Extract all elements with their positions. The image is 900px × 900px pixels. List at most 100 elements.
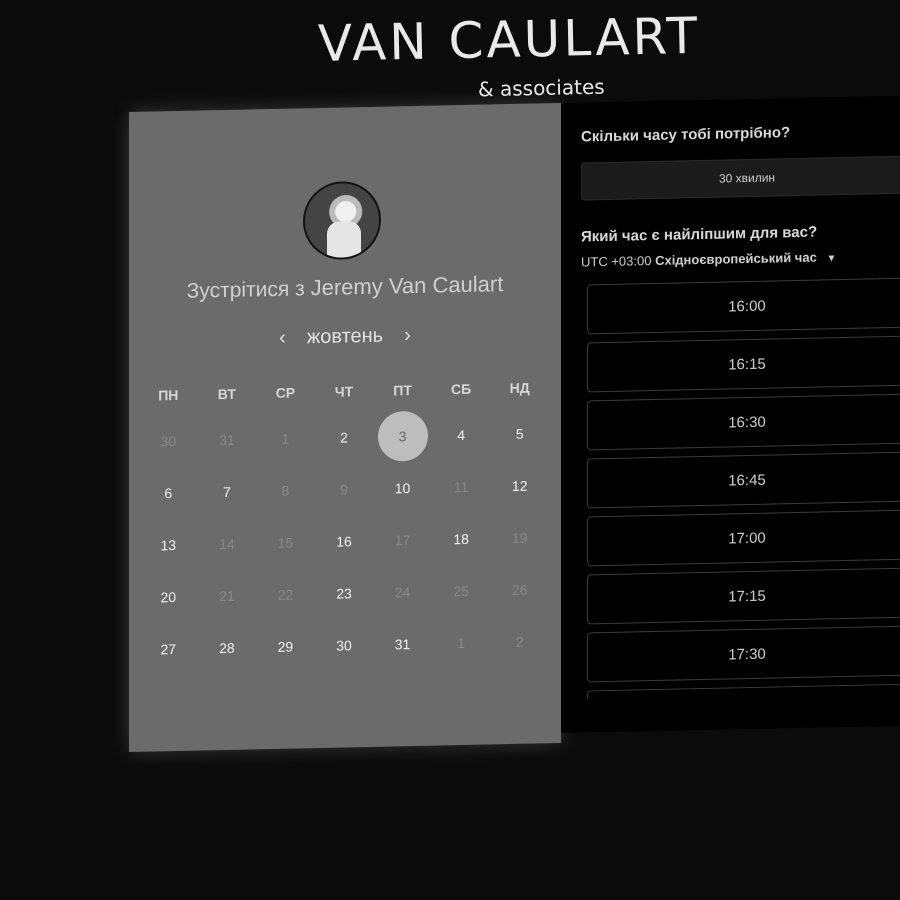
- calendar-day-number: 17: [394, 532, 411, 549]
- calendar-day-number: 11: [453, 478, 469, 496]
- calendar-day-number: 23: [336, 585, 352, 602]
- weekday-label: ВТ: [217, 385, 236, 403]
- calendar-day-number: 16: [336, 533, 352, 550]
- calendar-day-number: 1: [281, 430, 290, 447]
- calendar-day[interactable]: 18: [432, 512, 491, 565]
- duration-question: Скільки часу тобі потрібно?: [581, 124, 791, 146]
- calendar-day-number: 22: [277, 586, 294, 603]
- calendar-day-number: 9: [340, 481, 348, 498]
- calendar-day-number: 25: [453, 582, 469, 600]
- calendar-day: 8: [256, 464, 315, 517]
- calendar-day[interactable]: 28: [198, 621, 257, 674]
- calendar-day-number: 29: [277, 638, 294, 655]
- time-slot-button[interactable]: 17:30: [587, 625, 900, 683]
- calendar-day: 2: [490, 615, 549, 668]
- month-navigation: ‹ жовтень ›: [129, 321, 561, 353]
- calendar-day[interactable]: 12: [490, 459, 549, 512]
- calendar-day: 14: [198, 517, 257, 570]
- time-slot-list: 16:00 16:15 16:30 16:45 17:00 17:15 17:30: [587, 277, 900, 708]
- weekday-header: ПН ВТ СР ЧТ ПТ СБ НД: [139, 379, 549, 404]
- calendar-day: 11: [432, 460, 491, 513]
- calendar-day: 21: [198, 569, 257, 622]
- calendar-day[interactable]: 5: [490, 407, 549, 460]
- calendar-day[interactable]: 30: [315, 619, 374, 672]
- time-question: Який час є найліпшим для вас?: [581, 223, 818, 246]
- time-slot-button[interactable]: 16:30: [587, 393, 900, 451]
- time-slot-button[interactable]: 16:15: [587, 335, 900, 393]
- month-label: жовтень: [306, 324, 384, 349]
- calendar-day-number: 30: [336, 637, 352, 654]
- calendar-day-number: 18: [453, 530, 469, 548]
- calendar-day-number: 26: [511, 581, 528, 598]
- weekday-label: СР: [275, 384, 296, 401]
- weekday-label: НД: [509, 379, 530, 397]
- calendar-day: 31: [198, 413, 257, 466]
- calendar-day: 15: [256, 516, 315, 569]
- calendar-day-number: 24: [394, 584, 411, 601]
- brand-logo-subtitle: & associates: [477, 74, 605, 102]
- calendar-day: 9: [315, 463, 374, 516]
- calendar-day[interactable]: 29: [256, 620, 315, 673]
- brand-logo-title: VAN CAULART: [317, 6, 701, 73]
- calendar-days-grid: 30 31 1 2 3 4 5 6 7 8 9 10 11 12 13 14 15 16 17 18 19 20 21 22 2…: [139, 407, 549, 676]
- calendar-day[interactable]: 23: [315, 567, 374, 620]
- time-slot-button[interactable]: 17:00: [587, 509, 900, 567]
- timezone-name: Східноєвропейський час: [655, 249, 817, 268]
- calendar-day[interactable]: 6: [139, 467, 198, 520]
- calendar-day[interactable]: 31: [373, 618, 432, 671]
- time-slot-button-partial[interactable]: [587, 683, 900, 700]
- brand-header: VAN CAULART & associates: [0, 0, 900, 110]
- host-name: Jeremy Van Caulart: [310, 271, 504, 301]
- calendar-day-number: 4: [457, 426, 466, 444]
- weekday-label: ПТ: [393, 382, 412, 399]
- calendar-day-number: 2: [340, 429, 348, 446]
- time-slot-button[interactable]: 16:45: [587, 451, 900, 509]
- calendar-day-number: 21: [219, 587, 235, 605]
- weekday-label: ЧТ: [334, 383, 354, 400]
- avatar-figure: [327, 221, 361, 261]
- calendar-day[interactable]: 7: [198, 465, 257, 518]
- calendar-day-number: 3: [398, 428, 407, 445]
- calendar-day-number: 31: [394, 636, 411, 653]
- calendar-day-number: 30: [160, 433, 177, 450]
- calendar-day[interactable]: 16: [315, 515, 374, 568]
- calendar-day[interactable]: 20: [139, 571, 198, 624]
- next-month-button[interactable]: ›: [396, 324, 420, 348]
- caret-down-icon: ▼: [826, 253, 837, 265]
- calendar-day: 26: [490, 563, 549, 616]
- timezone-offset: UTC +03:00: [581, 253, 652, 270]
- calendar-day: 19: [490, 511, 549, 564]
- calendar-day[interactable]: 27: [139, 623, 198, 676]
- calendar-day: 30: [139, 415, 198, 468]
- weekday-label: СБ: [451, 380, 472, 398]
- calendar-day: 22: [256, 568, 315, 621]
- calendar-day-number: 13: [160, 537, 177, 554]
- calendar-day-number: 20: [160, 589, 177, 606]
- calendar-day: 24: [373, 566, 432, 619]
- time-slot-button[interactable]: 16:00: [587, 277, 900, 335]
- timezone-select[interactable]: UTC +03:00 Східноєвропейський час ▼: [581, 249, 837, 270]
- calendar-day-number: 7: [222, 483, 231, 501]
- calendar-day[interactable]: 10: [373, 462, 432, 515]
- calendar-day-number: 1: [457, 634, 466, 652]
- calendar-day-number: 27: [160, 641, 177, 658]
- calendar-day[interactable]: 13: [139, 519, 198, 572]
- calendar-panel: Зустрітися з Jeremy Van Caulart ‹ жовтен…: [129, 102, 561, 753]
- duration-select[interactable]: 30 хвилин: [581, 155, 900, 201]
- calendar-day: 17: [373, 514, 432, 567]
- prev-month-button[interactable]: ‹: [270, 327, 294, 351]
- avatar: [303, 180, 381, 261]
- calendar-day: 1: [432, 616, 491, 669]
- calendar-day-number: 10: [394, 480, 411, 497]
- calendar-day-number: 2: [515, 633, 524, 650]
- calendar-day[interactable]: 4: [432, 408, 491, 461]
- time-slot-button[interactable]: 17:15: [587, 567, 900, 625]
- calendar-day-number: 15: [277, 534, 294, 551]
- calendar-day[interactable]: 2: [315, 411, 374, 464]
- calendar-day-number: 19: [511, 529, 528, 546]
- weekday-label: ПН: [158, 386, 179, 404]
- calendar-day-selected[interactable]: 3: [373, 410, 432, 463]
- calendar-day-number: 5: [515, 425, 524, 442]
- meeting-prefix: Зустрітися з: [186, 277, 305, 303]
- time-panel: Скільки часу тобі потрібно? 30 хвилин Як…: [561, 95, 900, 733]
